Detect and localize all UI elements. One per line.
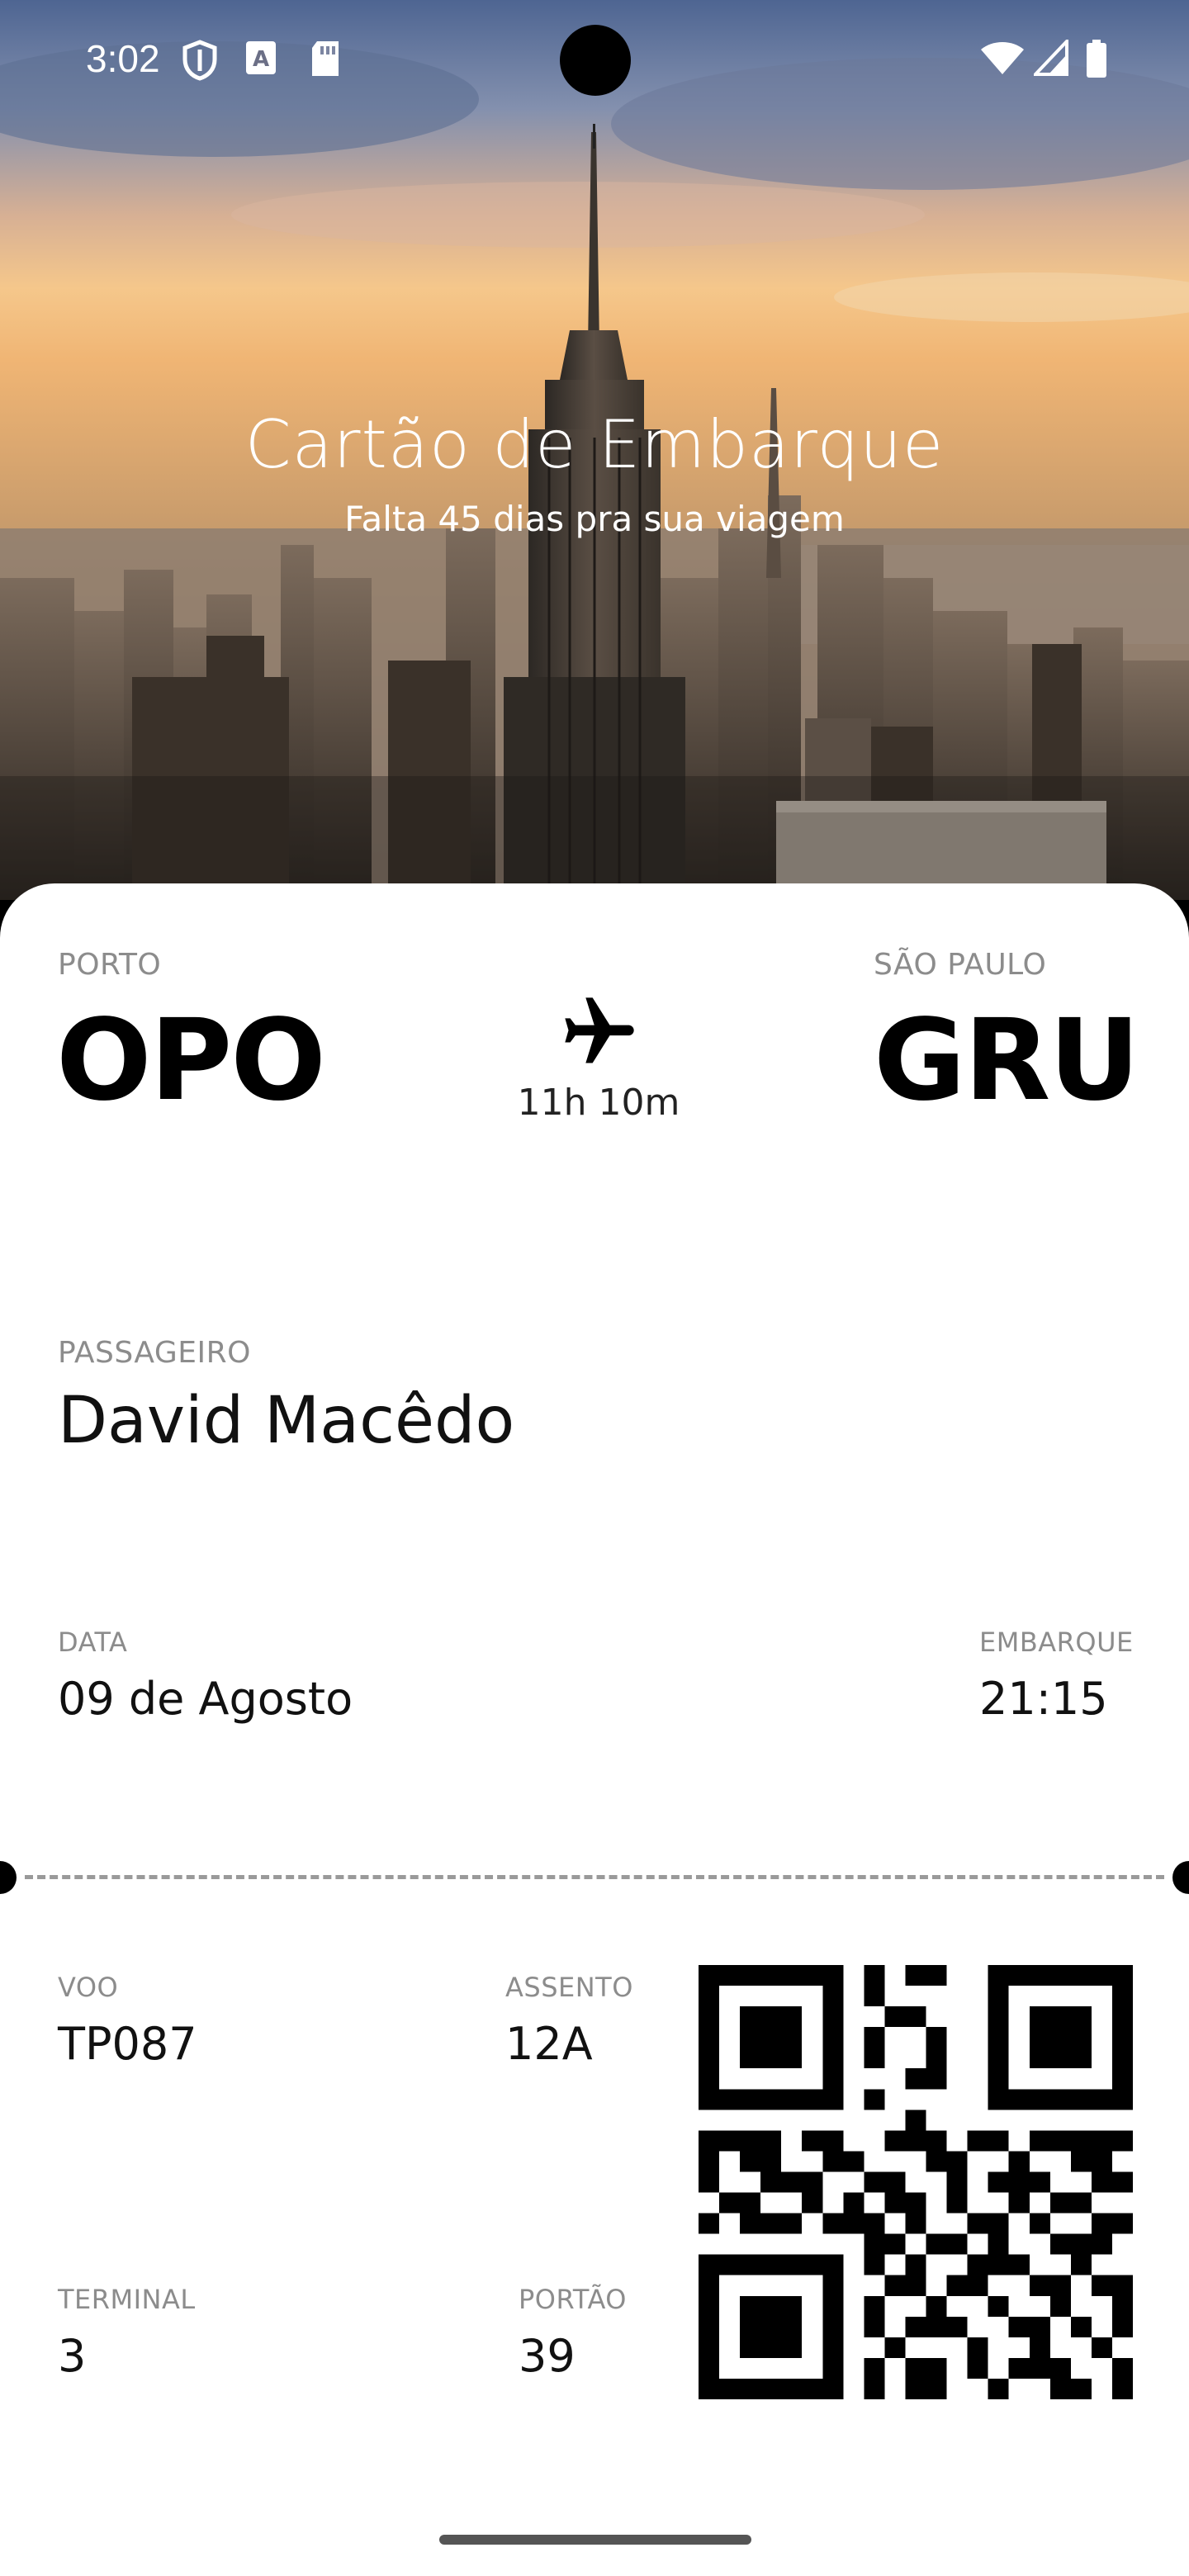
home-gesture-bar[interactable] <box>439 2535 751 2545</box>
date-label: DATA <box>58 1627 128 1658</box>
gate-value: 39 <box>519 2330 576 2382</box>
wifi-icon <box>981 42 1024 74</box>
page-title: Cartão de Embarque <box>244 406 945 483</box>
sd-card-icon <box>312 41 339 76</box>
tear-line <box>25 1875 1164 1879</box>
battery-icon <box>1087 40 1106 78</box>
status-time: 3:02 <box>86 37 160 80</box>
hero-banner: 3:02 A Cartão de Embarque Falta 45 dias … <box>0 0 1189 900</box>
flight-duration: 11h 10m <box>517 1082 680 1124</box>
signal-icon <box>1034 40 1068 76</box>
destination-airport-code: GRU <box>874 996 1140 1126</box>
destination-city-label: SÃO PAULO <box>874 948 1047 982</box>
airplane-icon <box>565 997 634 1063</box>
terminal-value: 3 <box>58 2330 87 2382</box>
flight-label: VOO <box>58 1972 119 2003</box>
gate-label: PORTÃO <box>519 2284 627 2315</box>
boarding-time-label: EMBARQUE <box>979 1627 1134 1658</box>
qr-code <box>699 1965 1133 2399</box>
passenger-name: David Macêdo <box>58 1384 515 1458</box>
passenger-label: PASSAGEIRO <box>58 1336 252 1370</box>
shield-icon <box>182 40 217 81</box>
days-remaining-text: Falta 45 dias pra sua viagem <box>344 499 845 539</box>
origin-airport-code: OPO <box>56 996 326 1126</box>
text-a-icon: A <box>246 41 276 74</box>
svg-text:A: A <box>253 47 269 72</box>
origin-city-label: PORTO <box>58 948 162 982</box>
terminal-label: TERMINAL <box>58 2284 196 2315</box>
seat-value: 12A <box>505 2018 593 2070</box>
date-value: 09 de Agosto <box>58 1673 353 1725</box>
boarding-time-value: 21:15 <box>979 1673 1108 1725</box>
seat-label: ASSENTO <box>505 1972 633 2003</box>
status-bar: 3:02 A <box>0 0 1189 116</box>
flight-number: TP087 <box>58 2018 197 2070</box>
